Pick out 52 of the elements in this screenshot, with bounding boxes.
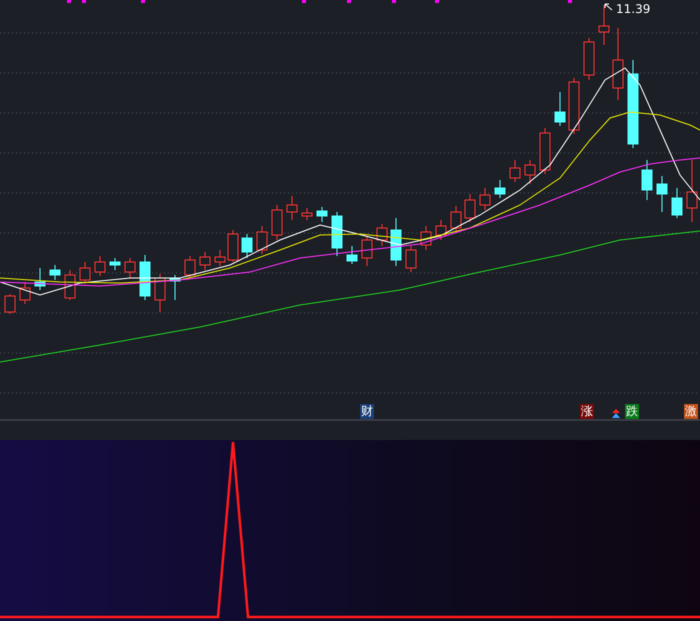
falling-candlestick	[332, 212, 342, 256]
signal-badge: 财	[360, 404, 374, 419]
rising-candlestick	[214, 250, 226, 266]
rising-candlestick	[598, 4, 610, 46]
rising-candlestick	[94, 256, 106, 276]
falling-candlestick	[140, 254, 150, 300]
rising-candlestick	[154, 274, 166, 312]
high-price-label: 11.39	[616, 2, 650, 16]
double-arrow-icon	[612, 409, 620, 418]
rising-candlestick	[286, 196, 298, 220]
rising-candlestick	[4, 294, 16, 314]
falling-candlestick	[642, 160, 652, 200]
rising-candlestick	[64, 270, 76, 300]
falling-candlestick	[494, 180, 506, 198]
rising-candlestick	[436, 220, 446, 240]
rising-candlestick	[80, 262, 90, 284]
falling-candlestick	[34, 268, 46, 290]
falling-candlestick	[656, 176, 668, 212]
rising-candlestick	[464, 194, 476, 222]
rising-candlestick	[524, 160, 536, 184]
rising-candlestick	[200, 252, 210, 270]
signal-badge: 涨	[580, 404, 594, 419]
signal-badge: 激	[684, 404, 698, 419]
falling-candlestick	[316, 206, 328, 222]
rising-candlestick	[302, 208, 312, 220]
rising-candlestick	[406, 246, 416, 272]
signal-badge: 跌	[625, 404, 639, 419]
rising-candlestick	[272, 204, 282, 240]
falling-candlestick	[110, 258, 120, 270]
falling-candlestick	[170, 274, 180, 300]
rising-candlestick	[228, 230, 238, 262]
rising-candlestick	[584, 38, 594, 80]
rising-candlestick	[510, 160, 520, 182]
rising-candlestick	[256, 226, 268, 254]
leader-line	[604, 4, 612, 10]
rising-candlestick	[540, 128, 550, 174]
rising-candlestick	[450, 206, 462, 232]
rising-candlestick	[376, 224, 388, 246]
rising-candlestick	[686, 160, 698, 222]
rising-candlestick	[20, 282, 30, 304]
falling-candlestick	[672, 188, 682, 218]
rising-candlestick	[568, 78, 580, 134]
rising-candlestick	[420, 226, 432, 250]
falling-candlestick	[554, 92, 566, 126]
falling-candlestick	[242, 234, 252, 258]
falling-candlestick	[346, 246, 358, 264]
falling-candlestick	[50, 264, 60, 280]
rising-candlestick	[124, 258, 136, 278]
rising-candlestick	[480, 188, 490, 210]
falling-candlestick	[390, 218, 402, 266]
rising-candlestick	[362, 236, 372, 266]
rising-candlestick	[184, 256, 196, 278]
